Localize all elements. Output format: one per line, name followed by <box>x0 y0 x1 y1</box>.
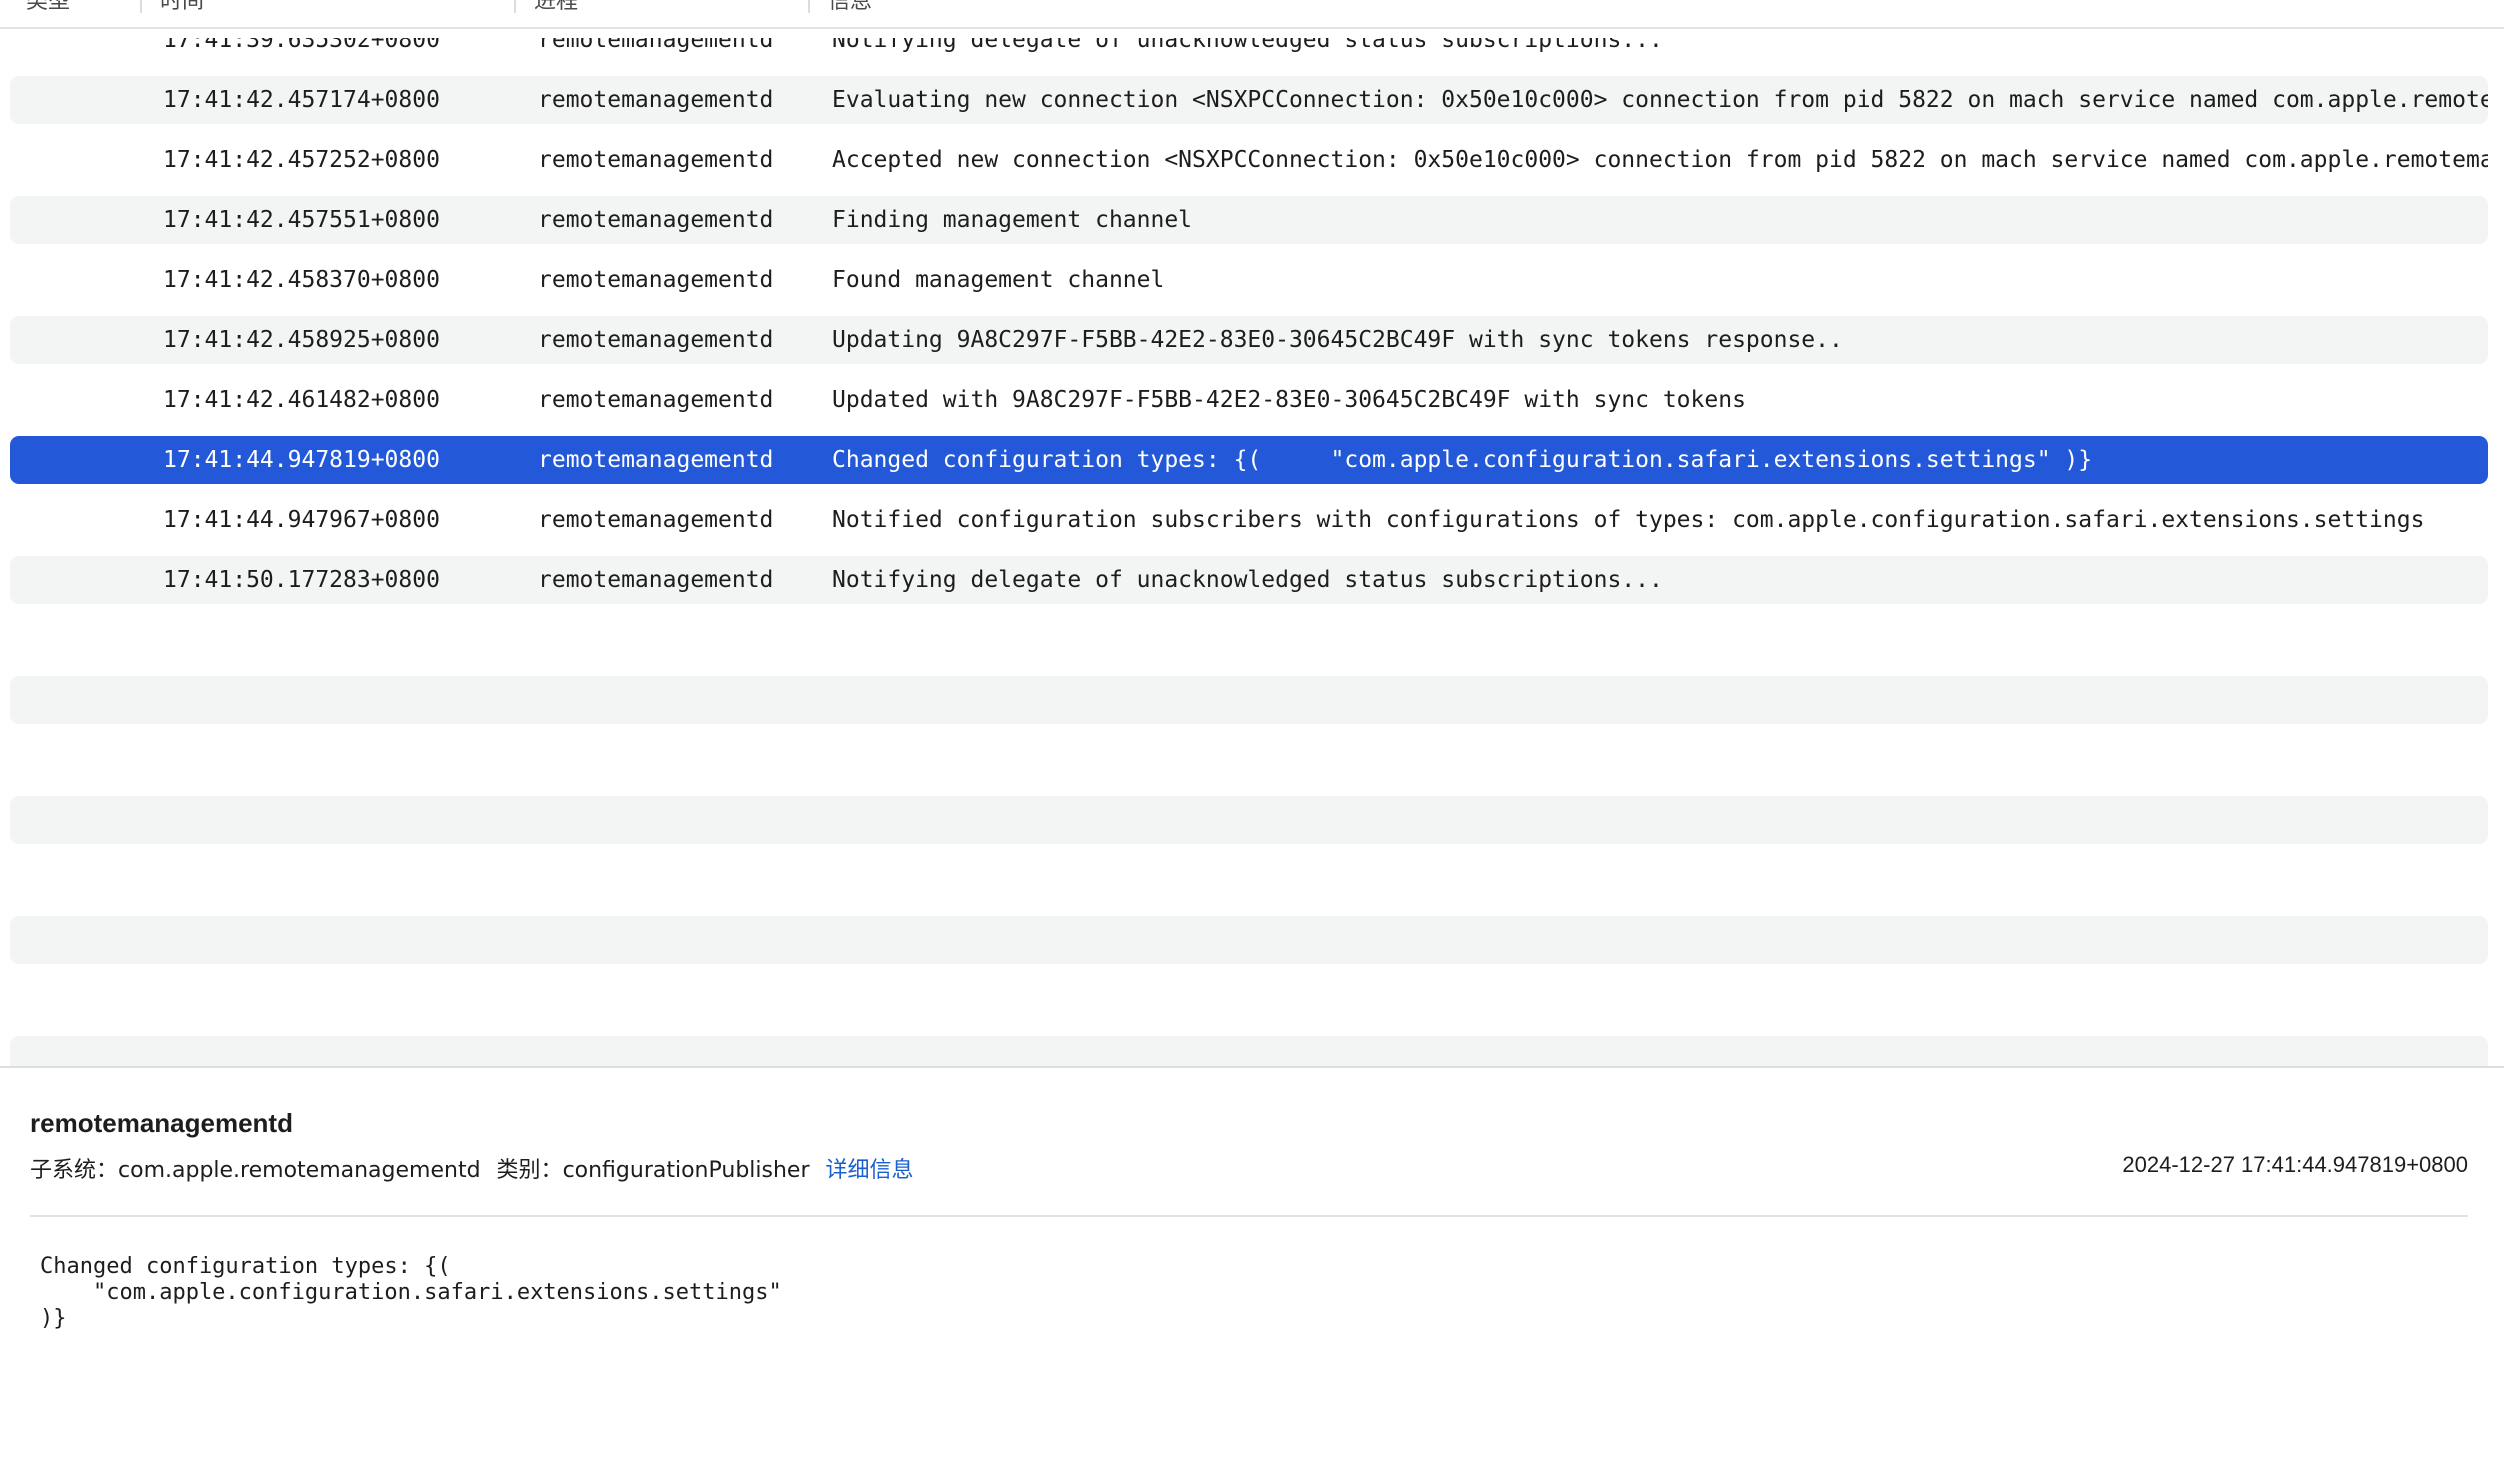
detail-metadata: 子系统：com.apple.remotemanagementd 类别：config… <box>30 1152 914 1184</box>
subsystem-label: 子系统： <box>30 1158 119 1183</box>
log-list[interactable]: 17:41:39.635302+0800 remotemanagementd Not… <box>0 38 2504 1066</box>
category-value: configurationPublisher <box>562 1158 810 1183</box>
detail-divider <box>30 1215 2468 1217</box>
log-message-cell: Updated with 9A8C297F-F5BB-42E2-83E0-306… <box>832 387 1746 413</box>
console-log-window: 类型 时间 进程 信息 17:41:39.635302+0800 remotema… <box>0 0 2504 1474</box>
detail-message-body[interactable]: Changed configuration types: {( "com.app… <box>40 1254 782 1332</box>
log-process-cell: remotemanagementd <box>538 327 774 353</box>
log-time-cell: 17:41:42.461482+0800 <box>163 387 440 413</box>
log-process-cell: remotemanagementd <box>538 267 774 293</box>
log-message-cell: Found management channel <box>832 267 1165 293</box>
log-process-cell: remotemanagementd <box>538 507 774 533</box>
log-process-cell: remotemanagementd <box>538 387 774 413</box>
log-time-cell: 17:41:50.177283+0800 <box>163 567 440 593</box>
log-row[interactable]: 17:41:42.457174+0800 remotemanagementd Eva… <box>10 76 2488 124</box>
empty-log-row <box>10 1036 2488 1066</box>
category-label: 类别： <box>496 1158 563 1183</box>
column-header-time[interactable]: 时间 <box>140 0 514 27</box>
column-header-type[interactable]: 类型 <box>6 0 140 27</box>
log-message-cell: Changed configuration types: {( "com.app… <box>832 447 2093 473</box>
log-message-cell: Finding management channel <box>832 207 1193 233</box>
log-row[interactable]: 17:41:42.457252+0800 remotemanagementd Acc… <box>10 136 2488 184</box>
column-header-process[interactable]: 进程 <box>514 0 808 27</box>
log-process-cell: remotemanagementd <box>538 447 774 473</box>
log-time-cell: 17:41:42.457252+0800 <box>163 147 440 173</box>
log-message-cell: Notifying delegate of unacknowledged sta… <box>832 567 1663 593</box>
log-column-header: 类型 时间 进程 信息 <box>0 0 2504 29</box>
log-process-cell: remotemanagementd <box>538 38 774 53</box>
details-link[interactable]: 详细信息 <box>826 1158 914 1183</box>
log-process-cell: remotemanagementd <box>538 147 774 173</box>
log-message-cell: Notified configuration subscribers with … <box>832 507 2425 533</box>
detail-process-name: remotemanagementd <box>30 1108 293 1138</box>
log-process-cell: remotemanagementd <box>538 87 774 113</box>
log-row[interactable]: 17:41:42.461482+0800 remotemanagementd Upd… <box>10 376 2488 424</box>
empty-log-row <box>10 916 2488 964</box>
log-process-cell: remotemanagementd <box>538 207 774 233</box>
column-header-message[interactable]: 信息 <box>808 0 2504 27</box>
log-row[interactable]: 17:41:44.947819+0800 remotemanagementd Cha… <box>10 436 2488 484</box>
subsystem-value: com.apple.remotemanagementd <box>118 1158 481 1183</box>
log-row[interactable]: 17:41:42.457551+0800 remotemanagementd Fin… <box>10 196 2488 244</box>
log-row[interactable]: 17:41:50.177283+0800 remotemanagementd Not… <box>10 556 2488 604</box>
log-row[interactable]: 17:41:42.458370+0800 remotemanagementd Fou… <box>10 256 2488 304</box>
log-process-cell: remotemanagementd <box>538 567 774 593</box>
detail-timestamp: 2024-12-27 17:41:44.947819+0800 <box>2122 1152 2468 1177</box>
log-row[interactable]: 17:41:39.635302+0800 remotemanagementd Not… <box>10 38 2488 64</box>
log-time-cell: 17:41:42.457174+0800 <box>163 87 440 113</box>
log-detail-pane: remotemanagementd 子系统：com.apple.remotema… <box>0 1068 2504 1474</box>
log-time-cell: 17:41:42.458370+0800 <box>163 267 440 293</box>
log-time-cell: 17:41:42.457551+0800 <box>163 207 440 233</box>
log-message-cell: Updating 9A8C297F-F5BB-42E2-83E0-30645C2… <box>832 327 1843 353</box>
log-time-cell: 17:41:44.947967+0800 <box>163 507 440 533</box>
log-time-cell: 17:41:44.947819+0800 <box>163 447 440 473</box>
empty-log-row <box>10 796 2488 844</box>
log-time-cell: 17:41:39.635302+0800 <box>163 38 440 53</box>
log-row[interactable]: 17:41:42.458925+0800 remotemanagementd Upd… <box>10 316 2488 364</box>
log-time-cell: 17:41:42.458925+0800 <box>163 327 440 353</box>
log-row[interactable]: 17:41:44.947967+0800 remotemanagementd Not… <box>10 496 2488 544</box>
empty-log-row <box>10 676 2488 724</box>
log-message-cell: Evaluating new connection <NSXPCConnecti… <box>832 87 2488 113</box>
log-message-cell: Notifying delegate of unacknowledged sta… <box>832 38 1663 53</box>
log-message-cell: Accepted new connection <NSXPCConnection… <box>832 147 2488 173</box>
